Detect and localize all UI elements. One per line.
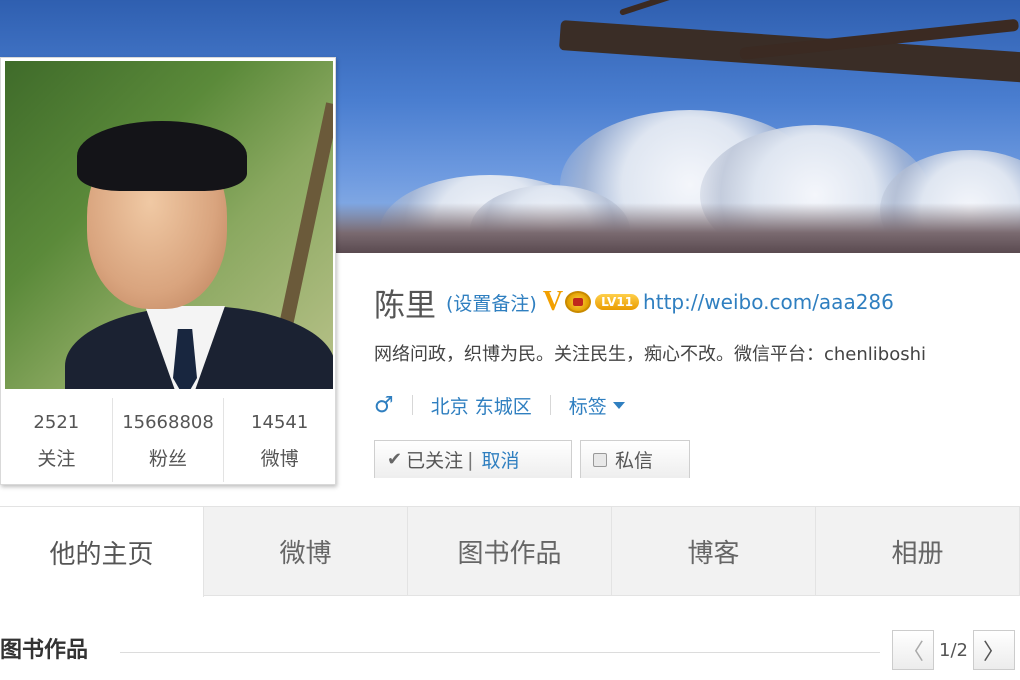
tab-blog[interactable]: 博客	[612, 507, 816, 595]
location-link[interactable]: 北京 东城区	[431, 392, 532, 419]
profile-bio: 网络问政，织博为民。关注民生，痴心不改。微信平台：chenliboshi	[374, 344, 927, 365]
profile-stats: 2521 关注 15668808 粉丝 14541 微博	[1, 398, 335, 482]
stat-posts[interactable]: 14541 微博	[224, 398, 335, 482]
tab-album[interactable]: 相册	[816, 507, 1020, 595]
tab-home[interactable]: 他的主页	[0, 507, 204, 597]
private-message-label: 私信	[615, 450, 654, 472]
profile-card: 2521 关注 15668808 粉丝 14541 微博	[0, 57, 336, 485]
section-title: 图书作品	[0, 638, 89, 663]
section-divider	[120, 652, 880, 653]
next-page-button[interactable]: 〉	[972, 630, 1015, 670]
tags-dropdown[interactable]: 标签	[569, 392, 607, 419]
profile-name: 陈里	[374, 287, 436, 324]
divider	[411, 395, 413, 415]
caret-down-icon[interactable]	[612, 401, 625, 409]
divider	[549, 395, 551, 415]
stat-followers-label: 粉丝	[149, 448, 188, 470]
level-badge[interactable]: LV11	[595, 294, 640, 310]
avatar[interactable]	[5, 61, 333, 389]
stat-following[interactable]: 2521 关注	[1, 398, 113, 482]
stat-following-count: 2521	[33, 412, 80, 433]
message-icon	[593, 452, 607, 467]
stat-following-label: 关注	[37, 448, 76, 470]
homepage-link[interactable]: http://weibo.com/aaa286	[643, 290, 894, 314]
tab-books[interactable]: 图书作品	[408, 507, 612, 595]
male-icon: ♂	[374, 392, 394, 418]
stat-followers[interactable]: 15668808 粉丝	[113, 398, 225, 482]
check-icon: ✔	[387, 449, 403, 470]
section-pager: 〈 1/2 〉	[892, 630, 1015, 670]
set-remark-link[interactable]: (设置备注)	[446, 289, 537, 316]
page-indicator: 1/2	[939, 639, 968, 661]
stat-posts-count: 14541	[251, 412, 309, 433]
button-divider: |	[467, 448, 474, 471]
profile-name-row: 陈里 (设置备注) V LV11 http://weibo.com/aaa286	[374, 280, 894, 324]
crown-icon[interactable]	[565, 291, 592, 313]
private-message-button[interactable]: 私信	[580, 440, 690, 478]
followed-button[interactable]: ✔ 已关注 | 取消	[374, 440, 572, 478]
stat-followers-count: 15668808	[122, 412, 214, 433]
verified-v-icon[interactable]: V	[543, 286, 563, 318]
unfollow-link[interactable]: 取消	[482, 446, 520, 473]
profile-meta-row: ♂ 北京 东城区 标签	[374, 390, 625, 420]
action-buttons: ✔ 已关注 | 取消 私信	[374, 440, 698, 478]
prev-page-button[interactable]: 〈	[892, 630, 934, 670]
tab-weibo[interactable]: 微博	[204, 507, 408, 595]
followed-label: 已关注	[406, 450, 464, 472]
stat-posts-label: 微博	[260, 448, 299, 470]
profile-nav-tabs: 他的主页 微博 图书作品 博客 相册	[0, 506, 1020, 597]
